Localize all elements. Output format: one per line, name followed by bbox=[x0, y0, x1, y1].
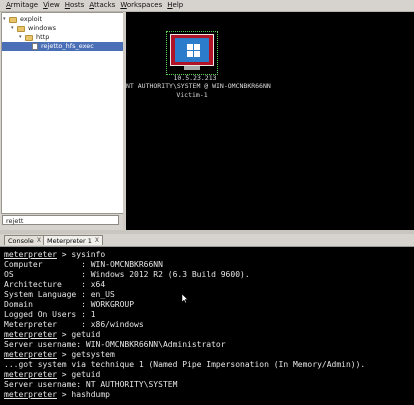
module-search-input[interactable]: rejett bbox=[2, 215, 119, 225]
close-icon[interactable]: X bbox=[37, 236, 41, 246]
close-icon[interactable]: X bbox=[95, 236, 99, 246]
tab-console[interactable]: Console X bbox=[4, 235, 45, 245]
tab-meterpreter[interactable]: Meterpreter 1 X bbox=[43, 235, 104, 246]
tab-label: Meterpreter 1 bbox=[47, 236, 92, 245]
meterpreter-console[interactable]: meterpreter > sysinfo Computer : WIN-OMC… bbox=[0, 247, 414, 405]
folder-icon bbox=[17, 25, 25, 32]
prompt: meterpreter bbox=[4, 370, 57, 379]
menu-hosts[interactable]: Hosts bbox=[63, 0, 87, 11]
menu-view[interactable]: View bbox=[41, 0, 62, 11]
prompt: meterpreter bbox=[4, 330, 57, 339]
tree-node-http[interactable]: ▾ http bbox=[19, 33, 49, 42]
host-ip: 10.5.23.213 bbox=[173, 74, 217, 82]
prompt: meterpreter bbox=[4, 390, 57, 399]
menu-attacks[interactable]: Attacks bbox=[87, 0, 117, 11]
prompt: meterpreter bbox=[4, 250, 57, 259]
host-node[interactable] bbox=[166, 31, 218, 75]
folder-icon bbox=[9, 16, 17, 23]
menu-workspaces[interactable]: Workspaces bbox=[118, 0, 164, 11]
tree-node-rejetto-hfs-exec[interactable]: rejetto_hfs_exec bbox=[2, 42, 123, 51]
menu-armitage[interactable]: Armitage bbox=[4, 0, 40, 11]
menu-help[interactable]: Help bbox=[165, 0, 185, 11]
host-user: NT AUTHORITY\SYSTEM @ WIN-OMCNBKR66NN bbox=[126, 82, 271, 90]
tree-node-label: http bbox=[36, 33, 50, 41]
windows-host-icon bbox=[170, 34, 214, 66]
windows-logo-icon bbox=[187, 44, 201, 58]
tab-label: Console bbox=[8, 236, 34, 245]
module-file-icon bbox=[32, 43, 38, 50]
menu-bar: Armitage View Hosts Attacks Workspaces H… bbox=[0, 0, 414, 12]
tab-bar: Console X Meterpreter 1 X bbox=[0, 234, 414, 247]
tree-node-windows[interactable]: ▾ windows bbox=[11, 24, 56, 33]
tree-node-label: rejetto_hfs_exec bbox=[41, 42, 94, 50]
host-label: Victim-1 bbox=[176, 91, 208, 99]
console-line: meterpreter > hashdump bbox=[4, 390, 110, 399]
folder-icon bbox=[25, 34, 33, 41]
monitor-stand bbox=[184, 66, 200, 70]
prompt: meterpreter bbox=[4, 350, 57, 359]
tree-node-label: windows bbox=[28, 24, 57, 32]
mouse-cursor-icon bbox=[182, 294, 188, 303]
tree-node-exploit[interactable]: ▾ exploit bbox=[3, 15, 42, 24]
module-tree[interactable]: ▾ exploit ▾ windows ▾ http rejetto_hfs_e… bbox=[1, 12, 124, 214]
tree-node-label: exploit bbox=[20, 15, 42, 23]
